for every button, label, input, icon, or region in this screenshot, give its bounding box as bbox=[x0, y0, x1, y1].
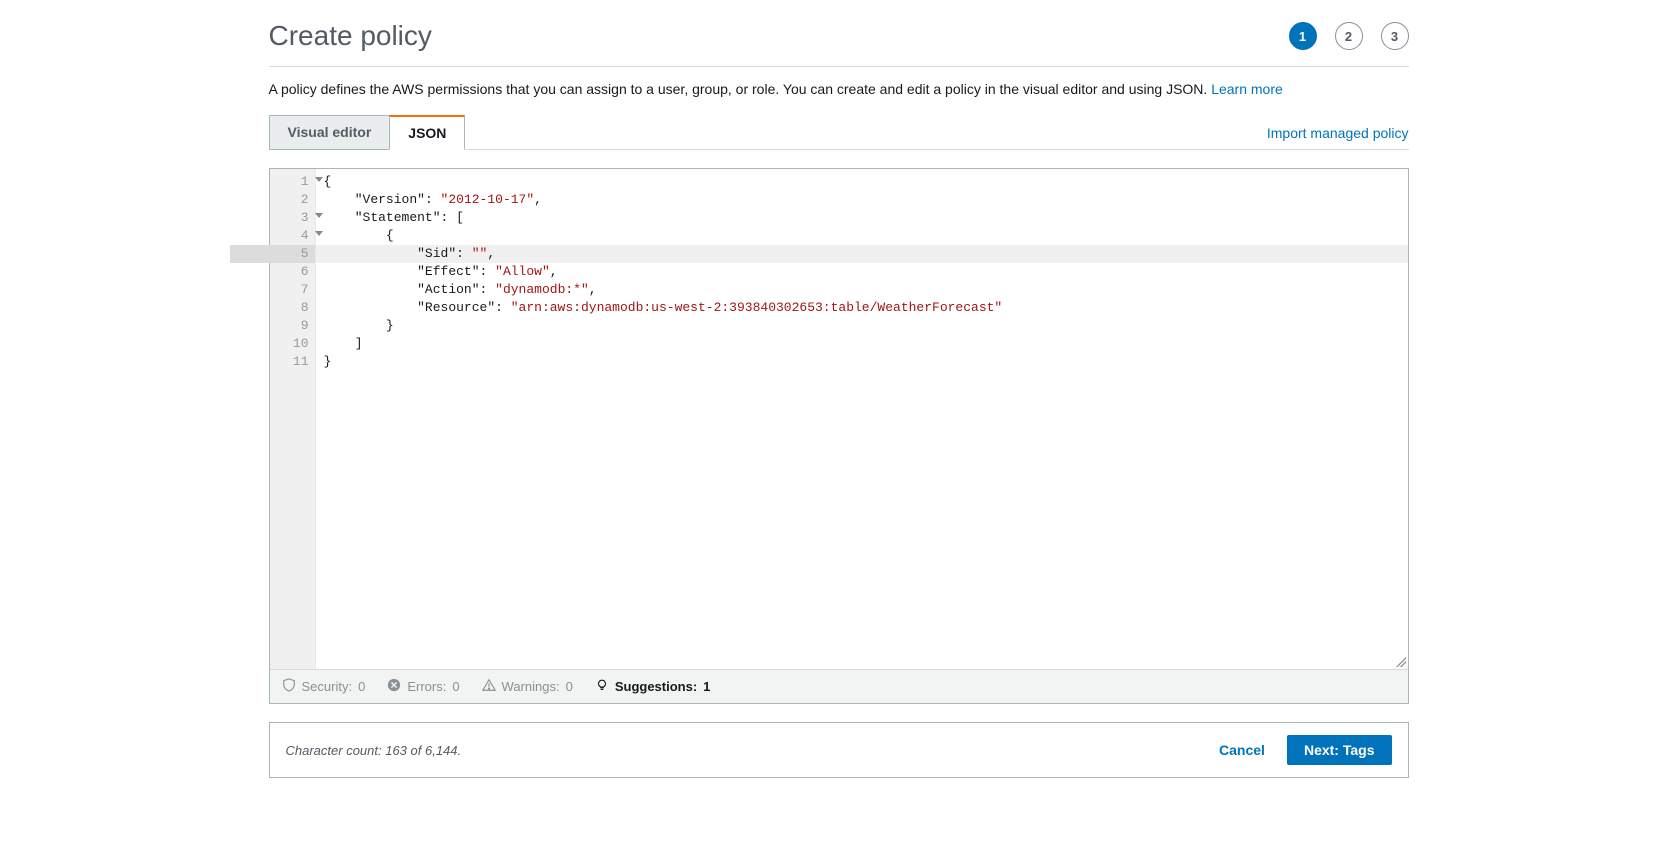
code-line[interactable]: "Statement": [ bbox=[324, 209, 1400, 227]
errors-count: 0 bbox=[452, 679, 459, 694]
wizard-steps: 1 2 3 bbox=[1289, 22, 1409, 50]
security-status[interactable]: Security: 0 bbox=[282, 678, 366, 695]
editor-status-bar: Security: 0 Errors: 0 Warnings: 0 bbox=[270, 669, 1408, 703]
next-tags-button[interactable]: Next: Tags bbox=[1287, 735, 1392, 765]
step-1[interactable]: 1 bbox=[1289, 22, 1317, 50]
import-managed-policy-link[interactable]: Import managed policy bbox=[1267, 125, 1409, 149]
editor-tabs: Visual editor JSON bbox=[269, 115, 466, 149]
line-number: 7 bbox=[270, 281, 309, 299]
code-line[interactable]: ] bbox=[324, 335, 1400, 353]
policy-description: A policy defines the AWS permissions tha… bbox=[269, 81, 1409, 97]
step-2[interactable]: 2 bbox=[1335, 22, 1363, 50]
error-icon bbox=[387, 678, 401, 695]
code-line[interactable]: "Effect": "Allow", bbox=[324, 263, 1400, 281]
code-line[interactable]: } bbox=[324, 317, 1400, 335]
code-line[interactable]: "Action": "dynamodb:*", bbox=[324, 281, 1400, 299]
code-line[interactable]: } bbox=[324, 353, 1400, 371]
suggestions-status[interactable]: Suggestions: 1 bbox=[595, 678, 711, 695]
page-title: Create policy bbox=[269, 20, 432, 52]
line-number: 1 bbox=[270, 173, 309, 191]
line-number: 4 bbox=[270, 227, 309, 245]
errors-status[interactable]: Errors: 0 bbox=[387, 678, 459, 695]
character-count: Character count: 163 of 6,144. bbox=[286, 743, 462, 758]
line-number: 5 bbox=[230, 245, 315, 263]
json-editor: 1234567891011 { "Version": "2012-10-17",… bbox=[269, 168, 1409, 704]
line-number: 10 bbox=[270, 335, 309, 353]
code-line[interactable]: "Version": "2012-10-17", bbox=[324, 191, 1400, 209]
editor-code-area[interactable]: { "Version": "2012-10-17", "Statement": … bbox=[316, 169, 1408, 669]
code-line[interactable]: "Resource": "arn:aws:dynamodb:us-west-2:… bbox=[324, 299, 1400, 317]
security-count: 0 bbox=[358, 679, 365, 694]
warnings-status[interactable]: Warnings: 0 bbox=[482, 678, 573, 695]
line-number: 11 bbox=[270, 353, 309, 371]
learn-more-link[interactable]: Learn more bbox=[1211, 81, 1283, 97]
code-line[interactable]: { bbox=[324, 227, 1400, 245]
warnings-count: 0 bbox=[566, 679, 573, 694]
lightbulb-icon bbox=[595, 678, 609, 695]
editor-gutter: 1234567891011 bbox=[270, 169, 316, 669]
code-line[interactable]: { bbox=[324, 173, 1400, 191]
resize-handle-icon[interactable] bbox=[1396, 657, 1406, 667]
line-number: 2 bbox=[270, 191, 309, 209]
security-label: Security: bbox=[302, 679, 353, 694]
suggestions-label: Suggestions: bbox=[615, 679, 697, 694]
description-text: A policy defines the AWS permissions tha… bbox=[269, 81, 1212, 97]
errors-label: Errors: bbox=[407, 679, 446, 694]
line-number: 3 bbox=[270, 209, 309, 227]
step-3[interactable]: 3 bbox=[1381, 22, 1409, 50]
warnings-label: Warnings: bbox=[502, 679, 560, 694]
code-line[interactable]: "Sid": "", bbox=[316, 245, 1408, 263]
tab-json[interactable]: JSON bbox=[389, 115, 465, 150]
warning-icon bbox=[482, 678, 496, 695]
line-number: 8 bbox=[270, 299, 309, 317]
cancel-button[interactable]: Cancel bbox=[1213, 741, 1271, 759]
shield-icon bbox=[282, 678, 296, 695]
line-number: 9 bbox=[270, 317, 309, 335]
suggestions-count: 1 bbox=[703, 679, 710, 694]
tab-visual-editor[interactable]: Visual editor bbox=[269, 115, 390, 150]
line-number: 6 bbox=[270, 263, 309, 281]
